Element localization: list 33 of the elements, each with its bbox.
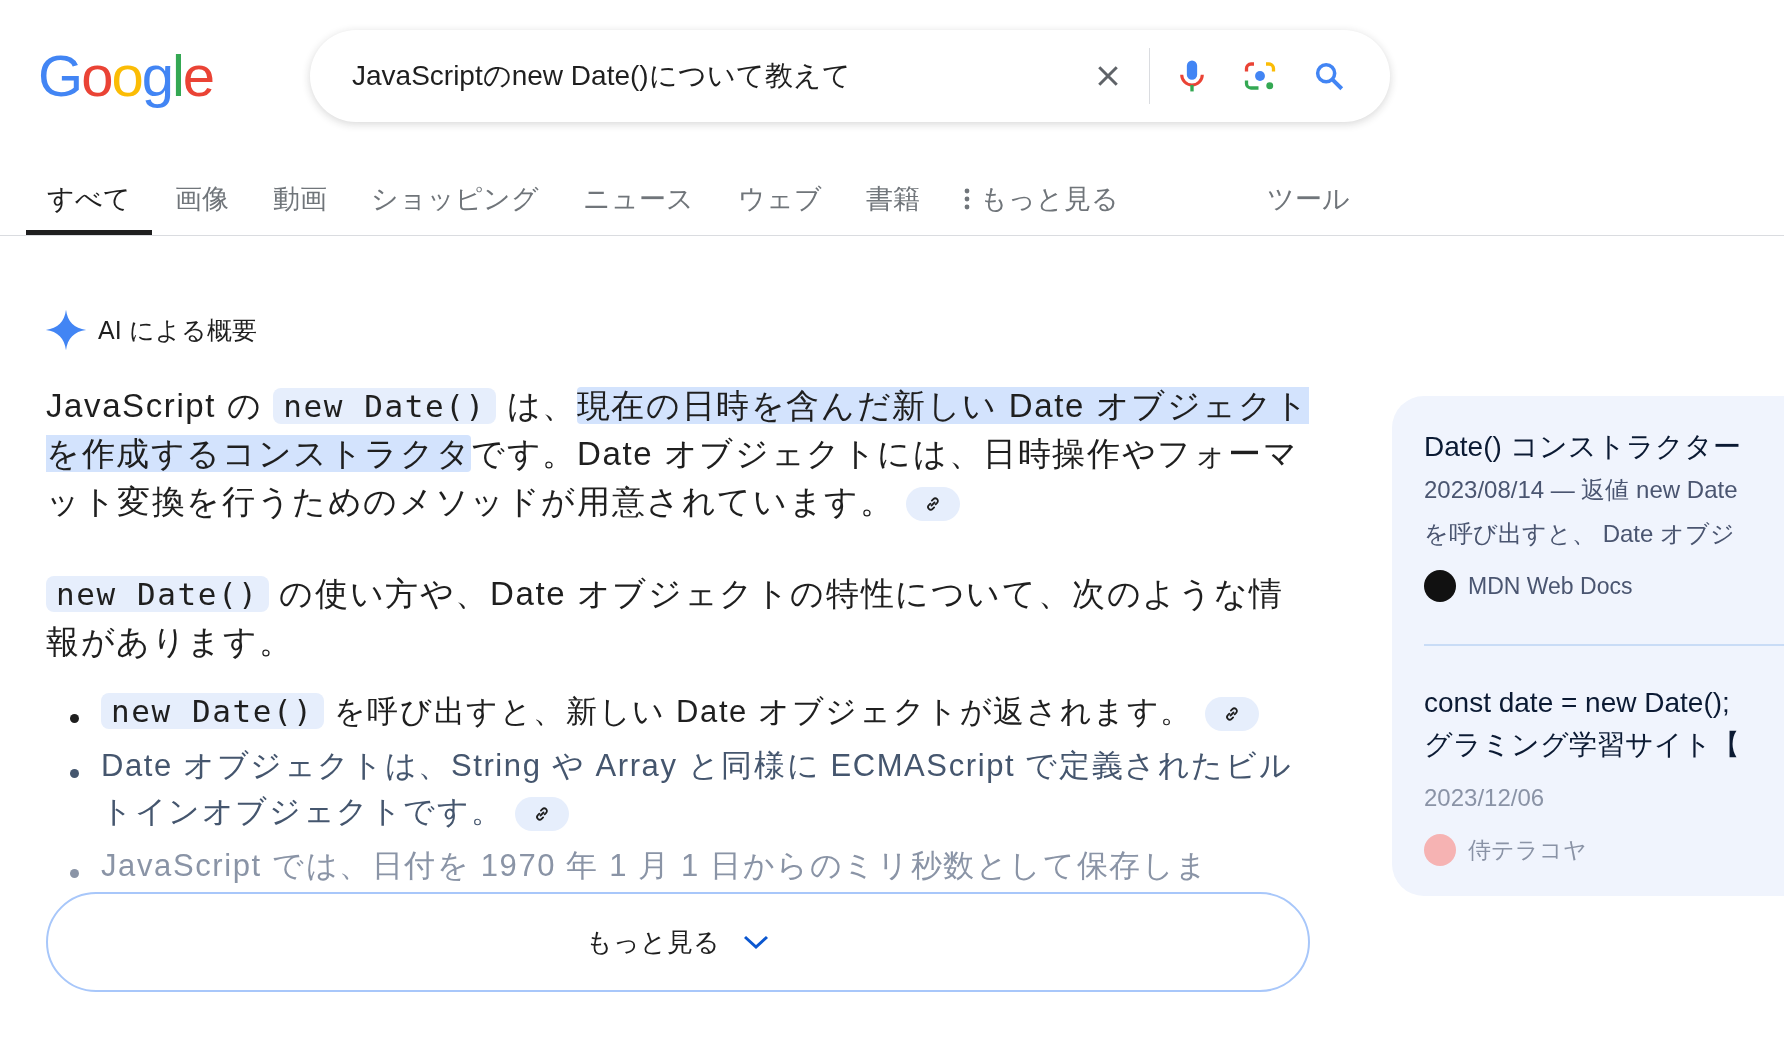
search-tab[interactable]: もっと見る: [943, 168, 1140, 235]
source-title[interactable]: const date = new Date();: [1424, 682, 1784, 724]
source-snippet: を呼び出すと、 Date オブジ: [1424, 519, 1737, 549]
source-title[interactable]: Date() コンストラクター: [1424, 426, 1784, 468]
bullet-text: new Date() を呼び出すと、新しい Date オブジェクトが返されます。: [101, 688, 1259, 735]
bullet-text: JavaScript では、日付を 1970 年 1 月 1 日からのミリ秒数として保存しま: [101, 847, 1210, 885]
source-link-button[interactable]: [1204, 696, 1259, 731]
search-field[interactable]: JavaScriptのnew Date()について教えて: [350, 59, 1059, 93]
chevron-down-icon: [742, 933, 770, 951]
bullet-text: Date オブジェクトは、String や Array と同様に ECMAScript で定義されたビルトインオブジェクトです。: [101, 747, 1294, 833]
overview-paragraph: JavaScript の new Date() は、現在の日時を含んだ新しい Date オブジェクトを作成するコンストラクタ です。Date オブジェクトには、日時操作やフォーマット変換を行うためのメソッドが用意されています。: [46, 386, 1310, 524]
source-link-button[interactable]: [906, 487, 961, 522]
overview-title: AI による概要: [98, 314, 257, 346]
search-tab[interactable]: ショッピング: [350, 168, 560, 235]
site-name: 侍テラコヤ: [1468, 835, 1587, 865]
search-tab[interactable]: ウェブ: [717, 168, 843, 235]
overview-paragraph: new Date() の使い方や、Date オブジェクトの特性について、次のような情報があります。: [46, 574, 1285, 662]
more-icon: [964, 188, 970, 210]
tools-tab[interactable]: ツール: [1246, 168, 1371, 235]
search-tab[interactable]: すべて: [26, 168, 152, 235]
search-tab[interactable]: ニュース: [562, 168, 715, 235]
bullet-icon: [70, 869, 79, 878]
bullet-icon: [70, 714, 79, 723]
search-tab[interactable]: 書籍: [845, 168, 941, 235]
source-snippet: 2023/08/14 — 返値 new Date: [1424, 475, 1739, 505]
show-more-button[interactable]: もっと見る: [46, 892, 1310, 992]
search-tab[interactable]: 動画: [252, 168, 348, 235]
search-tab[interactable]: 画像: [154, 168, 250, 235]
bullet-icon: [70, 769, 79, 778]
source-snippet: 2023/12/06: [1424, 783, 1546, 813]
source-link-button[interactable]: [515, 796, 570, 831]
source-title[interactable]: グラミング学習サイト【: [1424, 724, 1784, 766]
site-name: MDN Web Docs: [1468, 572, 1633, 600]
